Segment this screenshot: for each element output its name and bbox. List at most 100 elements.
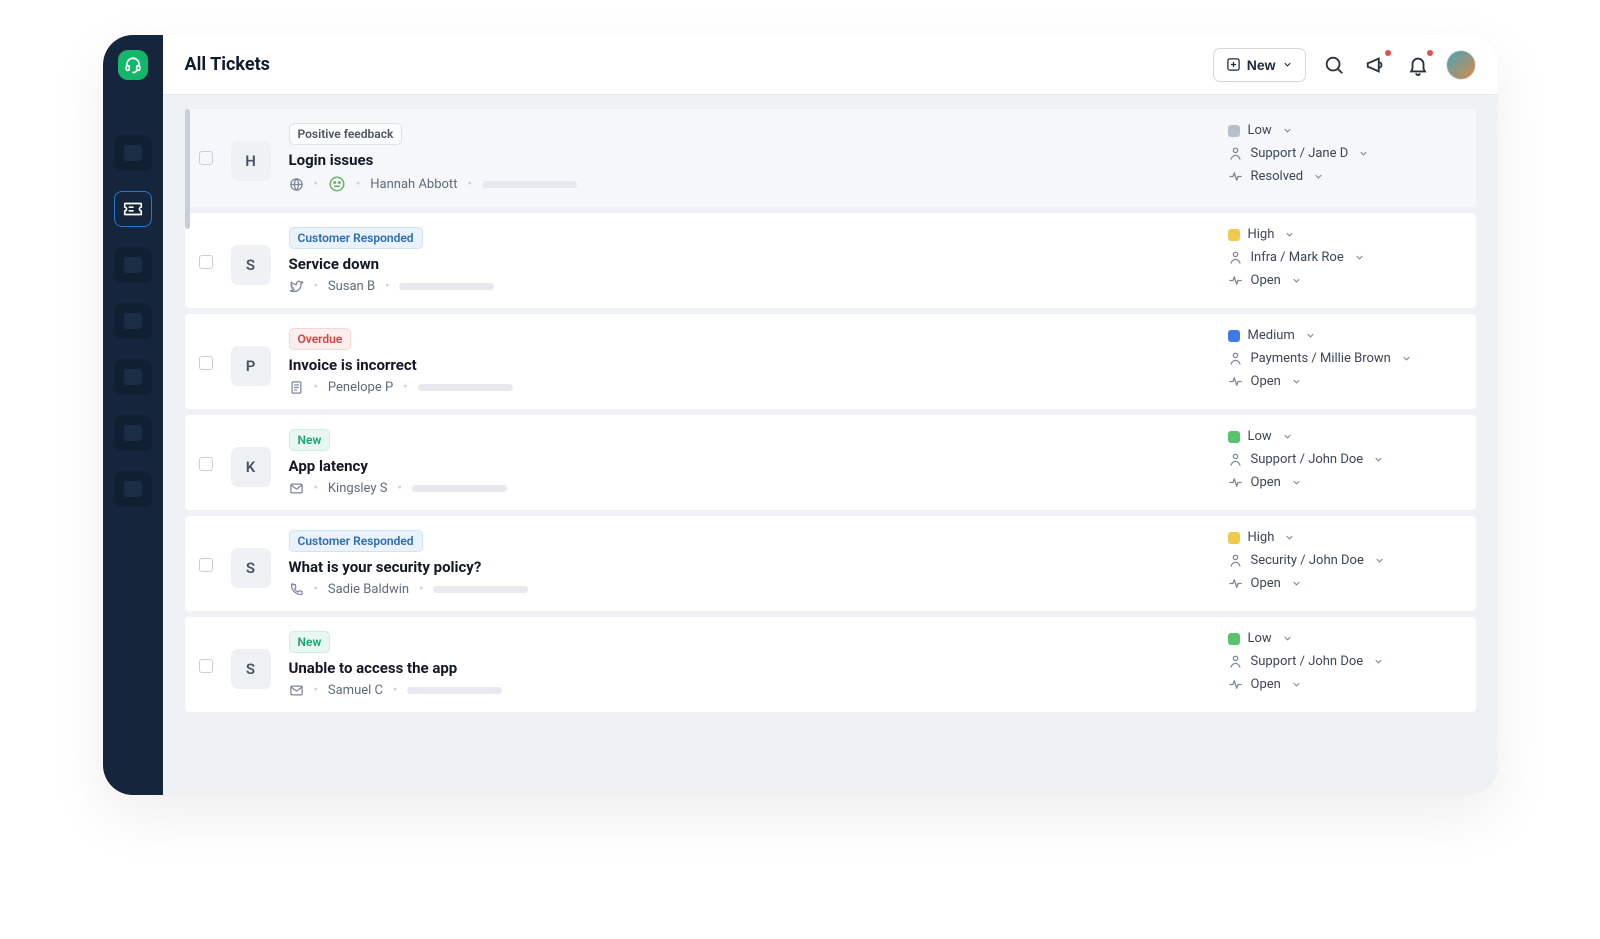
nav-item-4[interactable] xyxy=(114,359,152,395)
new-button[interactable]: New xyxy=(1213,48,1306,82)
ticket-title[interactable]: Login issues xyxy=(289,151,1210,169)
list-scrollbar[interactable] xyxy=(185,109,190,229)
ticket-title[interactable]: Invoice is incorrect xyxy=(289,356,1210,374)
user-icon xyxy=(1228,146,1243,161)
ticket-title[interactable]: App latency xyxy=(289,457,1210,475)
priority-label: Low xyxy=(1248,429,1272,444)
status-label: Open xyxy=(1251,374,1281,389)
nav-item-2[interactable] xyxy=(114,247,152,283)
activity-icon xyxy=(1228,576,1243,591)
nav-item-6[interactable] xyxy=(114,471,152,507)
app-frame: All Tickets New H xyxy=(103,35,1498,795)
nav-item-5[interactable] xyxy=(114,415,152,451)
assignee-dropdown[interactable]: Security / John Doe xyxy=(1228,553,1458,568)
ticket-row[interactable]: S New Unable to access the app • Samuel … xyxy=(185,617,1476,712)
status-dropdown[interactable]: Open xyxy=(1228,576,1458,591)
priority-dot-icon xyxy=(1228,330,1240,342)
ticket-row[interactable]: S Customer Responded What is your securi… xyxy=(185,516,1476,611)
row-checkbox[interactable] xyxy=(199,457,213,471)
nav-placeholder-icon xyxy=(124,481,142,497)
ticket-tag: Positive feedback xyxy=(289,123,403,145)
priority-dropdown[interactable]: Medium xyxy=(1228,328,1458,343)
assignee-label: Support / Jane D xyxy=(1251,146,1349,161)
assignee-dropdown[interactable]: Infra / Mark Roe xyxy=(1228,250,1458,265)
ticket-main: Customer Responded What is your security… xyxy=(289,530,1210,597)
requester-name: Susan B xyxy=(328,279,375,294)
header: All Tickets New xyxy=(163,35,1498,95)
status-dropdown[interactable]: Open xyxy=(1228,374,1458,389)
priority-label: High xyxy=(1248,227,1275,242)
assignee-dropdown[interactable]: Support / Jane D xyxy=(1228,146,1458,161)
ticket-main: New Unable to access the app • Samuel C … xyxy=(289,631,1210,698)
ticket-title[interactable]: Unable to access the app xyxy=(289,659,1210,677)
announcements-button[interactable] xyxy=(1362,51,1390,79)
brand-logo[interactable] xyxy=(118,50,148,80)
ticket-list: H Positive feedback Login issues • • Han… xyxy=(163,109,1498,781)
ticket-title[interactable]: Service down xyxy=(289,255,1210,273)
meta-separator: • xyxy=(314,481,318,496)
nav-item-tickets[interactable] xyxy=(114,191,152,227)
status-dropdown[interactable]: Resolved xyxy=(1228,169,1458,184)
chevron-down-icon xyxy=(1282,59,1293,70)
meta-placeholder xyxy=(418,384,513,391)
priority-dropdown[interactable]: Low xyxy=(1228,631,1458,646)
ticket-meta: • Sadie Baldwin • xyxy=(289,582,1210,597)
assignee-dropdown[interactable]: Support / John Doe xyxy=(1228,452,1458,467)
row-checkbox[interactable] xyxy=(199,151,213,165)
nav-placeholder-icon xyxy=(124,369,142,385)
ticket-row[interactable]: K New App latency • Kingsley S • Low Sup… xyxy=(185,415,1476,510)
assignee-label: Support / John Doe xyxy=(1251,452,1364,467)
assignee-dropdown[interactable]: Payments / Millie Brown xyxy=(1228,351,1458,366)
priority-dropdown[interactable]: Low xyxy=(1228,429,1458,444)
requester-name: Penelope P xyxy=(328,380,393,395)
status-label: Resolved xyxy=(1251,169,1304,184)
ticket-main: Overdue Invoice is incorrect • Penelope … xyxy=(289,328,1210,395)
status-dropdown[interactable]: Open xyxy=(1228,475,1458,490)
status-dropdown[interactable]: Open xyxy=(1228,273,1458,288)
search-button[interactable] xyxy=(1320,51,1348,79)
meta-separator: • xyxy=(397,481,401,496)
priority-label: Low xyxy=(1248,123,1272,138)
ticket-row[interactable]: S Customer Responded Service down • Susa… xyxy=(185,213,1476,308)
sentiment-icon xyxy=(328,175,346,193)
ticket-meta: • • Hannah Abbott • xyxy=(289,175,1210,193)
user-avatar[interactable] xyxy=(1446,50,1476,80)
source-icon xyxy=(289,582,304,597)
assignee-label: Support / John Doe xyxy=(1251,654,1364,669)
row-checkbox[interactable] xyxy=(199,356,213,370)
meta-separator: • xyxy=(314,582,318,597)
priority-dot-icon xyxy=(1228,431,1240,443)
bell-icon xyxy=(1407,54,1429,76)
priority-dropdown[interactable]: Low xyxy=(1228,123,1458,138)
requester-avatar: S xyxy=(231,548,271,588)
ticket-controls: Medium Payments / Millie Brown Open xyxy=(1228,328,1458,389)
sidebar xyxy=(103,35,163,795)
nav-placeholder-icon xyxy=(124,257,142,273)
user-icon xyxy=(1228,351,1243,366)
search-icon xyxy=(1323,54,1345,76)
row-checkbox[interactable] xyxy=(199,659,213,673)
priority-dot-icon xyxy=(1228,229,1240,241)
nav-item-0[interactable] xyxy=(114,135,152,171)
priority-dot-icon xyxy=(1228,633,1240,645)
notifications-button[interactable] xyxy=(1404,51,1432,79)
priority-dropdown[interactable]: High xyxy=(1228,227,1458,242)
new-button-label: New xyxy=(1247,57,1276,73)
priority-dropdown[interactable]: High xyxy=(1228,530,1458,545)
activity-icon xyxy=(1228,475,1243,490)
nav-item-3[interactable] xyxy=(114,303,152,339)
ticket-title[interactable]: What is your security policy? xyxy=(289,558,1210,576)
ticket-controls: Low Support / Jane D Resolved xyxy=(1228,123,1458,184)
meta-placeholder xyxy=(412,485,507,492)
ticket-row[interactable]: H Positive feedback Login issues • • Han… xyxy=(185,109,1476,207)
assignee-label: Infra / Mark Roe xyxy=(1251,250,1344,265)
user-icon xyxy=(1228,452,1243,467)
requester-avatar: S xyxy=(231,649,271,689)
row-checkbox[interactable] xyxy=(199,255,213,269)
requester-avatar: H xyxy=(231,141,271,181)
row-checkbox[interactable] xyxy=(199,558,213,572)
nav-placeholder-icon xyxy=(124,313,142,329)
status-dropdown[interactable]: Open xyxy=(1228,677,1458,692)
assignee-dropdown[interactable]: Support / John Doe xyxy=(1228,654,1458,669)
ticket-row[interactable]: P Overdue Invoice is incorrect • Penelop… xyxy=(185,314,1476,409)
